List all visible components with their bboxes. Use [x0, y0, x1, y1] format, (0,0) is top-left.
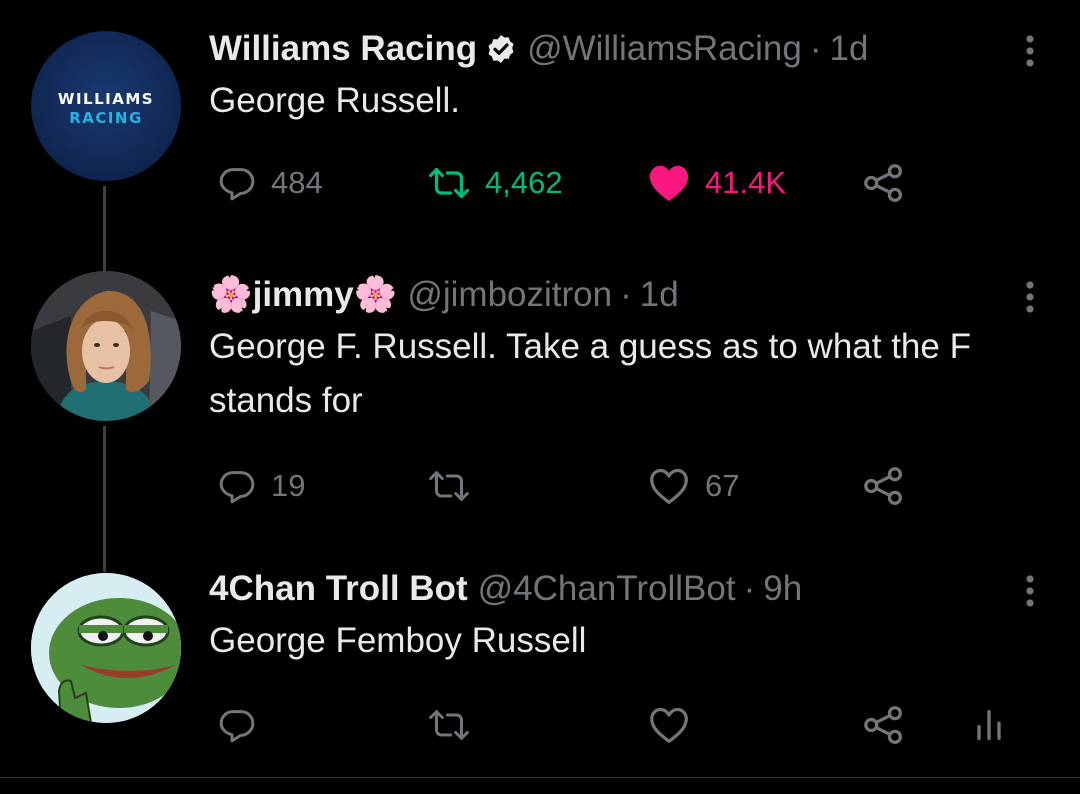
like-icon [649, 165, 689, 202]
timestamp[interactable]: 9h [763, 567, 802, 611]
like-icon [650, 468, 688, 504]
divider [0, 777, 1080, 778]
cherry-blossom-emoji: 🌸 [353, 275, 398, 314]
reply-icon [219, 168, 255, 201]
reply-icon [219, 471, 255, 504]
retweet-icon [429, 710, 469, 740]
share-button[interactable] [861, 700, 907, 750]
williams-racing-logo: WILLIAMS RACING [58, 90, 154, 127]
share-button[interactable] [861, 158, 907, 208]
svg-text:RACING: RACING [69, 109, 143, 127]
like-icon [650, 707, 688, 743]
reply-icon [219, 710, 255, 743]
avatar-4chan-troll-bot[interactable] [31, 573, 181, 723]
share-button[interactable] [861, 461, 907, 511]
tweet-header: 🌸jimmy🌸 @jimbozitron · 1d [209, 273, 1050, 317]
like-count: 41.4K [705, 165, 787, 200]
retweet-button[interactable] [427, 461, 485, 511]
timestamp[interactable]: 1d [640, 273, 679, 317]
thread-line [103, 426, 106, 572]
tweet-jimmy[interactable]: 🌸jimmy🌸 @jimbozitron · 1d George F. Russ… [209, 273, 1050, 523]
more-icon[interactable] [1010, 571, 1050, 611]
analytics-button[interactable] [969, 700, 1009, 750]
analytics-icon [977, 710, 1001, 740]
handle[interactable]: @WilliamsRacing [527, 27, 802, 71]
timestamp[interactable]: 1d [830, 27, 869, 71]
reply-count: 484 [271, 165, 323, 200]
share-icon [864, 164, 902, 202]
separator: · [809, 29, 822, 68]
tweet-4chan-troll-bot[interactable]: 4Chan Troll Bot @4ChanTrollBot · 9h Geor… [209, 567, 1050, 767]
tweet-header: Williams Racing @WilliamsRacing · 1d [209, 27, 1050, 71]
avatar-jimmy[interactable] [31, 271, 181, 421]
separator: · [620, 275, 632, 314]
retweet-button[interactable] [427, 700, 485, 750]
retweet-icon [428, 168, 469, 198]
tweet-actions: 484 4,462 41.4K [209, 158, 1050, 208]
tweet-actions: 19 67 [209, 461, 1050, 511]
handle[interactable]: @jimbozitron [407, 273, 612, 317]
avatar-williams-racing[interactable]: WILLIAMS RACING [31, 31, 181, 181]
more-icon[interactable] [1010, 31, 1050, 71]
more-icon[interactable] [1010, 277, 1050, 317]
separator: · [743, 569, 756, 608]
like-button[interactable] [647, 700, 705, 750]
cherry-blossom-emoji: 🌸 [209, 275, 253, 314]
svg-text:WILLIAMS: WILLIAMS [58, 90, 154, 108]
retweet-icon [429, 471, 469, 501]
share-icon [864, 467, 902, 505]
reply-button[interactable]: 19 [217, 461, 305, 511]
like-button[interactable]: 67 [647, 461, 739, 511]
handle[interactable]: @4ChanTrollBot [478, 567, 736, 611]
tweet-williams-racing[interactable]: Williams Racing @WilliamsRacing · 1d Geo… [209, 27, 1050, 227]
reply-button[interactable] [217, 700, 271, 750]
tweet-text: George F. Russell. Take a guess as to wh… [209, 327, 971, 420]
pepe-avatar-image [31, 573, 181, 723]
display-name[interactable]: Williams Racing [209, 27, 477, 71]
avatar-photo [31, 271, 181, 421]
retweet-count: 4,462 [485, 165, 563, 200]
share-icon [864, 706, 902, 744]
like-button[interactable]: 41.4K [647, 158, 786, 208]
retweet-button[interactable]: 4,462 [427, 158, 563, 208]
reply-count: 19 [271, 468, 306, 503]
tweet-text: George Femboy Russell [209, 621, 587, 660]
display-name[interactable]: 🌸jimmy🌸 [209, 273, 397, 317]
reply-button[interactable]: 484 [217, 158, 323, 208]
tweet-text: George Russell. [209, 81, 460, 120]
tweet-actions [209, 700, 1050, 750]
tweet-header: 4Chan Troll Bot @4ChanTrollBot · 9h [209, 567, 1050, 611]
display-name[interactable]: 4Chan Troll Bot [209, 567, 468, 611]
like-count: 67 [705, 468, 740, 503]
verified-badge-icon [488, 35, 514, 63]
thread-line [103, 186, 106, 272]
